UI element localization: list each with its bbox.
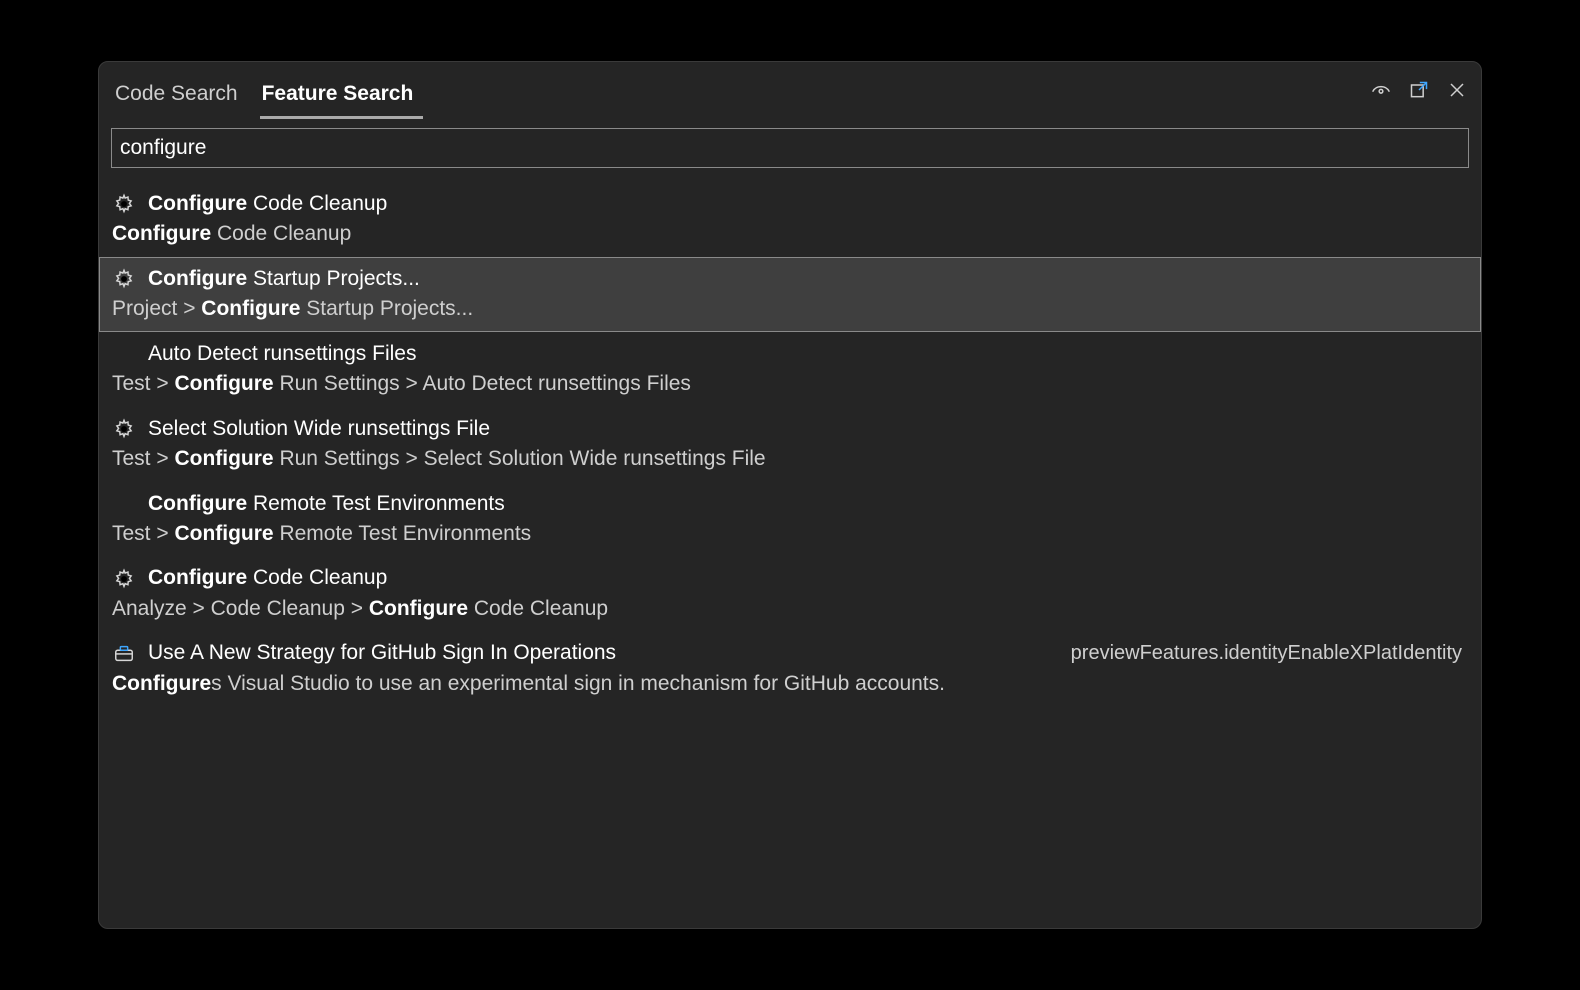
result-item[interactable]: Auto Detect runsettings FilesTest > Conf… bbox=[99, 332, 1481, 407]
results-list: Configure Code CleanupConfigure Code Cle… bbox=[99, 176, 1481, 928]
result-title: Select Solution Wide runsettings File bbox=[148, 414, 490, 444]
result-item[interactable]: Configure Startup Projects...Project > C… bbox=[99, 257, 1481, 332]
blank-icon bbox=[112, 492, 136, 516]
result-path: Test > Configure Remote Test Environment… bbox=[112, 519, 1468, 549]
result-title: Configure Remote Test Environments bbox=[148, 489, 505, 519]
search-window: Code Search Feature Search bbox=[98, 61, 1482, 929]
tab-feature-search[interactable]: Feature Search bbox=[260, 70, 424, 118]
gear-icon bbox=[112, 267, 136, 291]
gear-icon bbox=[112, 192, 136, 216]
result-title: Configure Code Cleanup bbox=[148, 563, 387, 593]
open-external-icon[interactable] bbox=[1409, 80, 1429, 100]
result-path: Configures Visual Studio to use an exper… bbox=[112, 669, 1468, 699]
result-item[interactable]: Configure Code CleanupConfigure Code Cle… bbox=[99, 182, 1481, 257]
gear-icon bbox=[112, 417, 136, 441]
result-path: Test > Configure Run Settings > Select S… bbox=[112, 444, 1468, 474]
gear-icon bbox=[112, 567, 136, 591]
close-icon[interactable] bbox=[1447, 80, 1467, 100]
preview-icon[interactable] bbox=[1371, 80, 1391, 100]
result-item[interactable]: Configure Code CleanupAnalyze > Code Cle… bbox=[99, 556, 1481, 631]
result-path: Configure Code Cleanup bbox=[112, 219, 1468, 249]
header-icons bbox=[1371, 80, 1467, 100]
result-path: Project > Configure Startup Projects... bbox=[112, 294, 1468, 324]
search-input[interactable] bbox=[111, 128, 1469, 168]
result-meta: previewFeatures.identityEnableXPlatIdent… bbox=[1071, 639, 1468, 668]
tabs: Code Search Feature Search bbox=[113, 62, 435, 118]
search-wrap bbox=[99, 118, 1481, 176]
result-item[interactable]: Configure Remote Test EnvironmentsTest >… bbox=[99, 482, 1481, 557]
result-title: Auto Detect runsettings Files bbox=[148, 339, 416, 369]
result-item[interactable]: Use A New Strategy for GitHub Sign In Op… bbox=[99, 631, 1481, 706]
result-title: Configure Code Cleanup bbox=[148, 189, 387, 219]
result-path: Test > Configure Run Settings > Auto Det… bbox=[112, 369, 1468, 399]
header: Code Search Feature Search bbox=[99, 62, 1481, 118]
tab-code-search[interactable]: Code Search bbox=[113, 70, 248, 118]
result-item[interactable]: Select Solution Wide runsettings FileTes… bbox=[99, 407, 1481, 482]
result-title: Use A New Strategy for GitHub Sign In Op… bbox=[148, 638, 616, 668]
result-title: Configure Startup Projects... bbox=[148, 264, 420, 294]
blank-icon bbox=[112, 342, 136, 366]
result-path: Analyze > Code Cleanup > Configure Code … bbox=[112, 594, 1468, 624]
toolbox-icon bbox=[112, 641, 136, 665]
